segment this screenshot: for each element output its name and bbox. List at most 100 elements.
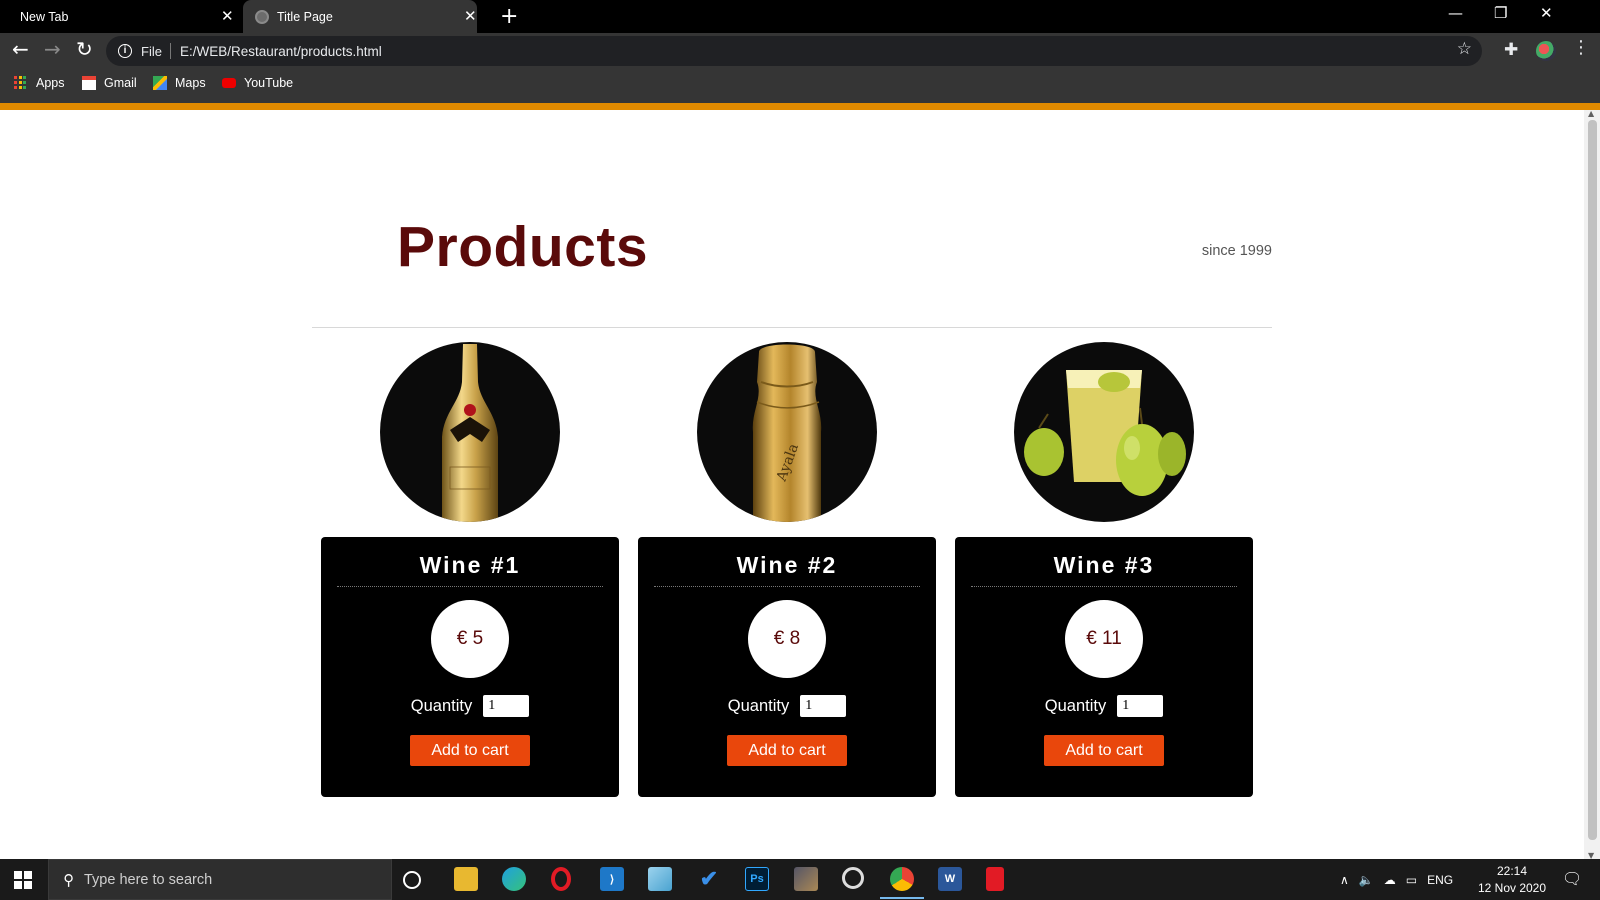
minimize-icon[interactable]: — xyxy=(1448,4,1463,22)
app-icon[interactable] xyxy=(986,867,1004,891)
page-viewport: Products since 1999 Wine #1 € 5 Quantity… xyxy=(0,110,1584,859)
add-to-cart-button[interactable]: Add to cart xyxy=(1044,735,1164,766)
apps-grid-icon xyxy=(14,76,28,90)
product-info-panel: Wine #3 € 11 Quantity Add to cart xyxy=(955,537,1253,797)
back-icon[interactable]: ← xyxy=(12,37,29,61)
bookmark-youtube[interactable]: YouTube xyxy=(222,76,293,90)
bookmark-label: Gmail xyxy=(104,76,137,90)
close-tab-icon[interactable]: ✕ xyxy=(464,7,477,25)
word-icon[interactable]: W xyxy=(938,867,962,891)
windows-start-icon[interactable] xyxy=(14,871,32,889)
bookmark-label: Maps xyxy=(175,76,206,90)
quantity-label: Quantity xyxy=(410,696,473,715)
bookmark-label: YouTube xyxy=(244,76,294,90)
media-icon[interactable] xyxy=(842,867,864,889)
address-separator xyxy=(169,43,171,59)
network-icon[interactable]: ▭ xyxy=(1406,873,1417,887)
url-text[interactable]: E:/WEB/Restaurant/products.html xyxy=(180,44,382,59)
taskbar-search-box[interactable]: ⚲ Type here to search xyxy=(48,859,392,900)
clock-date: 12 Nov 2020 xyxy=(1477,881,1547,895)
page-title: Products xyxy=(397,215,649,279)
tab-new-tab[interactable]: New Tab ✕ xyxy=(0,0,242,33)
chrome-icon[interactable] xyxy=(880,867,924,899)
tab-bar: New Tab ✕ Title Page ✕ + — ❐ ✕ xyxy=(0,0,1600,33)
bookmark-maps[interactable]: Maps xyxy=(153,76,206,90)
edge-icon[interactable] xyxy=(502,867,526,891)
page-accent-bar xyxy=(0,103,1600,110)
windows-taskbar: ⚲ Type here to search ⟩ ✔ Ps W ∧ 🔈 ☁ ▭ E… xyxy=(0,859,1600,900)
vscode-icon[interactable]: ⟩ xyxy=(600,867,624,891)
product-name: Wine #2 xyxy=(736,552,838,578)
youtube-icon xyxy=(222,78,236,88)
new-tab-plus-icon[interactable]: + xyxy=(500,4,518,29)
tab-label: Title Page xyxy=(277,9,333,24)
search-placeholder: Type here to search xyxy=(84,871,213,888)
quantity-input[interactable] xyxy=(483,695,530,717)
address-bar[interactable]: i File E:/WEB/Restaurant/products.html ☆ xyxy=(106,36,1482,66)
champagne-bottle-icon xyxy=(380,342,560,522)
bookmark-apps[interactable]: Apps xyxy=(14,76,65,90)
add-to-cart-button[interactable]: Add to cart xyxy=(410,735,530,766)
file-explorer-icon[interactable] xyxy=(454,867,478,891)
since-tagline: since 1999 xyxy=(1201,243,1272,259)
bookmark-star-icon[interactable]: ☆ xyxy=(1457,39,1472,59)
game-icon[interactable] xyxy=(794,867,818,891)
protocol-label: File xyxy=(141,43,162,59)
profile-avatar[interactable] xyxy=(1536,41,1556,61)
product-name: Wine #3 xyxy=(1053,552,1155,578)
bookmarks-bar: Apps Gmail Maps YouTube xyxy=(0,69,1600,103)
quantity-label: Quantity xyxy=(727,696,790,715)
price-badge: € 11 xyxy=(1065,600,1143,678)
price-badge: € 5 xyxy=(431,600,509,678)
photoshop-icon[interactable]: Ps xyxy=(745,867,769,891)
cloud-icon[interactable]: ☁ xyxy=(1384,873,1396,887)
gmail-icon xyxy=(82,76,96,90)
title-divider xyxy=(654,586,920,587)
add-to-cart-button[interactable]: Add to cart xyxy=(727,735,847,766)
info-icon[interactable]: i xyxy=(118,44,132,58)
title-divider xyxy=(337,586,603,587)
system-tray: ∧ 🔈 ☁ ▭ ENG xyxy=(1340,859,1463,900)
extensions-puzzle-icon[interactable]: ✚ xyxy=(1504,40,1518,60)
language-indicator[interactable]: ENG xyxy=(1427,873,1453,887)
notes-icon[interactable] xyxy=(648,867,672,891)
bookmark-label: Apps xyxy=(36,76,65,90)
globe-icon xyxy=(255,9,269,24)
quantity-row: Quantity xyxy=(321,695,619,717)
quantity-label: Quantity xyxy=(1044,696,1107,715)
opera-icon[interactable] xyxy=(551,867,571,891)
browser-toolbar: ← → ↻ i File E:/WEB/Restaurant/products.… xyxy=(0,33,1600,69)
scroll-up-icon[interactable]: ▲ xyxy=(1588,109,1594,118)
todo-icon[interactable]: ✔ xyxy=(697,866,721,891)
quantity-input[interactable] xyxy=(1117,695,1164,717)
quantity-row: Quantity xyxy=(955,695,1253,717)
scrollbar-thumb[interactable] xyxy=(1588,120,1597,840)
maps-icon xyxy=(153,76,167,90)
quantity-row: Quantity xyxy=(638,695,936,717)
title-divider xyxy=(971,586,1237,587)
volume-muted-icon[interactable]: 🔈 xyxy=(1359,873,1374,887)
taskbar-clock[interactable]: 22:14 12 Nov 2020 xyxy=(1472,863,1552,897)
close-window-icon[interactable]: ✕ xyxy=(1540,4,1553,22)
restore-icon[interactable]: ❐ xyxy=(1494,4,1507,22)
bookmark-gmail[interactable]: Gmail xyxy=(82,76,137,90)
page-scrollbar[interactable]: ▲ ▼ xyxy=(1584,109,1600,860)
chevron-up-icon[interactable]: ∧ xyxy=(1340,873,1349,887)
header-divider xyxy=(312,327,1272,328)
tab-label: New Tab xyxy=(20,9,69,24)
reload-icon[interactable]: ↻ xyxy=(76,37,93,61)
price-badge: € 8 xyxy=(748,600,826,678)
cortana-icon[interactable] xyxy=(403,871,421,889)
close-tab-icon[interactable]: ✕ xyxy=(221,7,234,25)
product-info-panel: Wine #1 € 5 Quantity Add to cart xyxy=(321,537,619,797)
forward-icon[interactable]: → xyxy=(44,37,61,61)
tab-title-page[interactable]: Title Page ✕ xyxy=(243,0,477,33)
menu-dots-icon[interactable]: ⋮ xyxy=(1572,37,1590,58)
product-name: Wine #1 xyxy=(419,552,521,578)
quantity-input[interactable] xyxy=(800,695,847,717)
bottle-neck-icon: Ayala xyxy=(697,342,877,522)
clock-time: 22:14 xyxy=(1496,864,1528,878)
notification-center-icon[interactable]: 🗨 xyxy=(1562,869,1582,888)
product-info-panel: Wine #2 € 8 Quantity Add to cart xyxy=(638,537,936,797)
search-icon: ⚲ xyxy=(63,870,74,889)
